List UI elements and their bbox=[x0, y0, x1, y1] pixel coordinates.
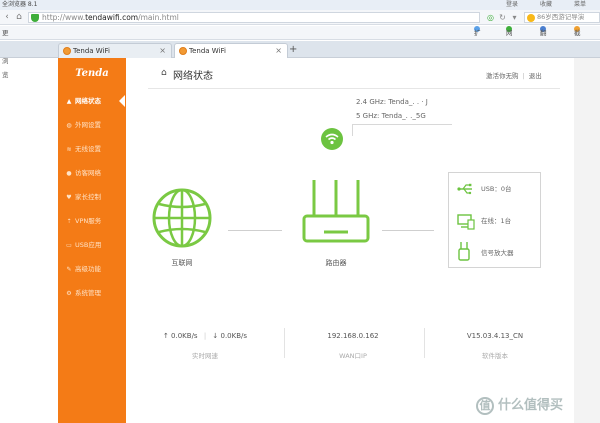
usb-icon bbox=[457, 183, 472, 195]
reload-icon[interactable]: ↻ bbox=[498, 13, 507, 22]
tab-label: Tenda WiFi bbox=[73, 47, 110, 55]
page-title: ⌂ 网络状态 bbox=[161, 68, 213, 82]
back-icon[interactable]: ‹ bbox=[2, 12, 12, 22]
tab-label: Tenda WiFi bbox=[189, 47, 226, 55]
ssid-divider bbox=[352, 124, 452, 125]
link-separator: | bbox=[522, 72, 525, 80]
house-icon: ⌂ bbox=[161, 68, 167, 78]
url-path: /main.html bbox=[138, 13, 179, 22]
online-devices-row[interactable]: 在线：1台 bbox=[449, 211, 542, 231]
close-icon[interactable]: × bbox=[275, 44, 282, 58]
ssid-24ghz: 2.4 GHz: Tenda_. . · J bbox=[356, 98, 428, 106]
internet-label: 互联网 bbox=[171, 259, 193, 267]
globe-icon[interactable] bbox=[152, 188, 212, 248]
search-engine-icon bbox=[527, 14, 535, 22]
title-divider bbox=[148, 88, 560, 89]
close-icon[interactable]: × bbox=[159, 44, 166, 58]
stat-divider bbox=[424, 328, 425, 358]
browser-titlebar: 全浏览器 8.1 登录 收藏 菜单 bbox=[0, 0, 600, 10]
globe-icon: ◍ bbox=[66, 122, 72, 129]
ssid-connector bbox=[352, 124, 353, 136]
watermark-logo: 值 bbox=[476, 396, 494, 415]
firmware-caption: 软件版本 bbox=[482, 352, 508, 360]
menu-control[interactable]: 菜单 bbox=[574, 0, 586, 10]
sidebar-item-usb[interactable]: ▭ USB应用 bbox=[58, 236, 126, 254]
login-control[interactable]: 登录 bbox=[506, 0, 518, 10]
extender-row[interactable]: 信号放大器 bbox=[449, 242, 542, 263]
speed-icon[interactable]: ◎ bbox=[486, 13, 495, 22]
url-protocol: http://www. bbox=[42, 13, 86, 22]
sidebar-item-guest[interactable]: ● 访客网络 bbox=[58, 164, 126, 182]
speed-caption: 实时网速 bbox=[192, 352, 218, 360]
router-icon[interactable] bbox=[302, 178, 370, 248]
sidebar-item-wan[interactable]: ◍ 外网设置 bbox=[58, 116, 126, 134]
speed-separator: | bbox=[203, 332, 207, 340]
tenda-favicon-icon bbox=[63, 47, 71, 55]
router-label: 路由器 bbox=[325, 259, 347, 267]
security-shield-icon bbox=[31, 14, 39, 22]
usb-devices-row[interactable]: USB：0台 bbox=[449, 179, 542, 199]
favorites-bar: 更新浏览 扩展 网银 翻译 截图 bbox=[0, 26, 600, 79]
tab-tenda-1[interactable]: Tenda WiFi × bbox=[58, 43, 172, 58]
url-domain: tendawifi.com bbox=[85, 13, 139, 22]
firmware-value: V15.03.4.13_CN bbox=[466, 332, 524, 340]
scrollbar[interactable] bbox=[574, 58, 600, 423]
dropdown-icon[interactable]: ▾ bbox=[510, 13, 519, 22]
computer-icon bbox=[457, 214, 475, 230]
sidebar-item-parental[interactable]: ♥ 家长控制 bbox=[58, 188, 126, 206]
internet-router-link bbox=[228, 230, 282, 231]
search-text: 86岁西游记导演 bbox=[537, 13, 585, 21]
home-icon: ▲ bbox=[66, 98, 72, 105]
logout-link[interactable]: 退出 bbox=[529, 72, 542, 80]
tenda-favicon-icon bbox=[179, 47, 187, 55]
sidebar-item-vpn[interactable]: ⇡ VPN服务 bbox=[58, 212, 126, 230]
upload-speed: ↑ 0.0KB/s bbox=[162, 332, 198, 340]
extender-icon bbox=[458, 242, 470, 261]
sidebar-item-system[interactable]: ⚙ 系统管理 bbox=[58, 284, 126, 302]
new-tab-button[interactable]: + bbox=[289, 44, 297, 56]
wifi-icon: ≋ bbox=[66, 146, 72, 153]
realtime-speed: ↑ 0.0KB/s | ↓ 0.0KB/s bbox=[150, 332, 260, 340]
router-devices-link bbox=[382, 230, 434, 231]
guest-icon: ● bbox=[66, 170, 72, 177]
stat-divider bbox=[284, 328, 285, 358]
wan-ip-value: 192.168.0.162 bbox=[327, 332, 379, 340]
advanced-icon: ✎ bbox=[66, 266, 72, 273]
address-bar-row: ‹ ⌂ http://www.tendawifi.com/main.html ◎… bbox=[0, 10, 600, 25]
watermark: 值什么值得买 bbox=[476, 394, 563, 415]
refresh-icon[interactable]: ⌂ bbox=[14, 12, 24, 22]
url-input[interactable]: http://www.tendawifi.com/main.html bbox=[28, 12, 480, 23]
parent-icon: ♥ bbox=[66, 194, 72, 201]
browser-title: 全浏览器 8.1 bbox=[2, 1, 38, 8]
tab-tenda-2[interactable]: Tenda WiFi × bbox=[174, 43, 288, 59]
search-input[interactable]: 86岁西游记导演 bbox=[524, 12, 600, 23]
vpn-icon: ⇡ bbox=[66, 218, 72, 225]
ssid-5ghz: 5 GHz: Tenda_. ._5G bbox=[356, 112, 426, 120]
sidebar: Tenda ▲ 网络状态 ◍ 外网设置 ≋ 无线设置 ● 访客网络 ♥ 家长控制 ⇡ VPN… bbox=[58, 58, 126, 423]
tab-strip: Tenda WiFi × Tenda WiFi × + bbox=[0, 41, 600, 59]
active-nav-indicator bbox=[119, 95, 125, 107]
top-links: 激活你无购 | 退出 bbox=[486, 70, 542, 80]
wan-ip-caption: WAN口IP bbox=[339, 352, 367, 360]
wifi-status-button[interactable] bbox=[321, 128, 343, 150]
sidebar-item-advanced[interactable]: ✎ 高级功能 bbox=[58, 260, 126, 278]
download-speed: ↓ 0.0KB/s bbox=[212, 332, 248, 340]
tenda-logo: Tenda bbox=[75, 68, 109, 79]
settings-icon: ⚙ bbox=[66, 290, 72, 297]
watermark-text: 什么值得买 bbox=[498, 398, 564, 413]
sidebar-item-wireless[interactable]: ≋ 无线设置 bbox=[58, 140, 126, 158]
usb-icon: ▭ bbox=[66, 242, 72, 249]
language-link[interactable]: 激活你无购 bbox=[486, 72, 519, 80]
wifi-icon bbox=[325, 133, 339, 145]
devices-panel: USB：0台 在线：1台 信号放大器 bbox=[448, 172, 541, 268]
favorites-control[interactable]: 收藏 bbox=[540, 0, 552, 10]
sidebar-item-network-status[interactable]: ▲ 网络状态 bbox=[58, 92, 126, 110]
